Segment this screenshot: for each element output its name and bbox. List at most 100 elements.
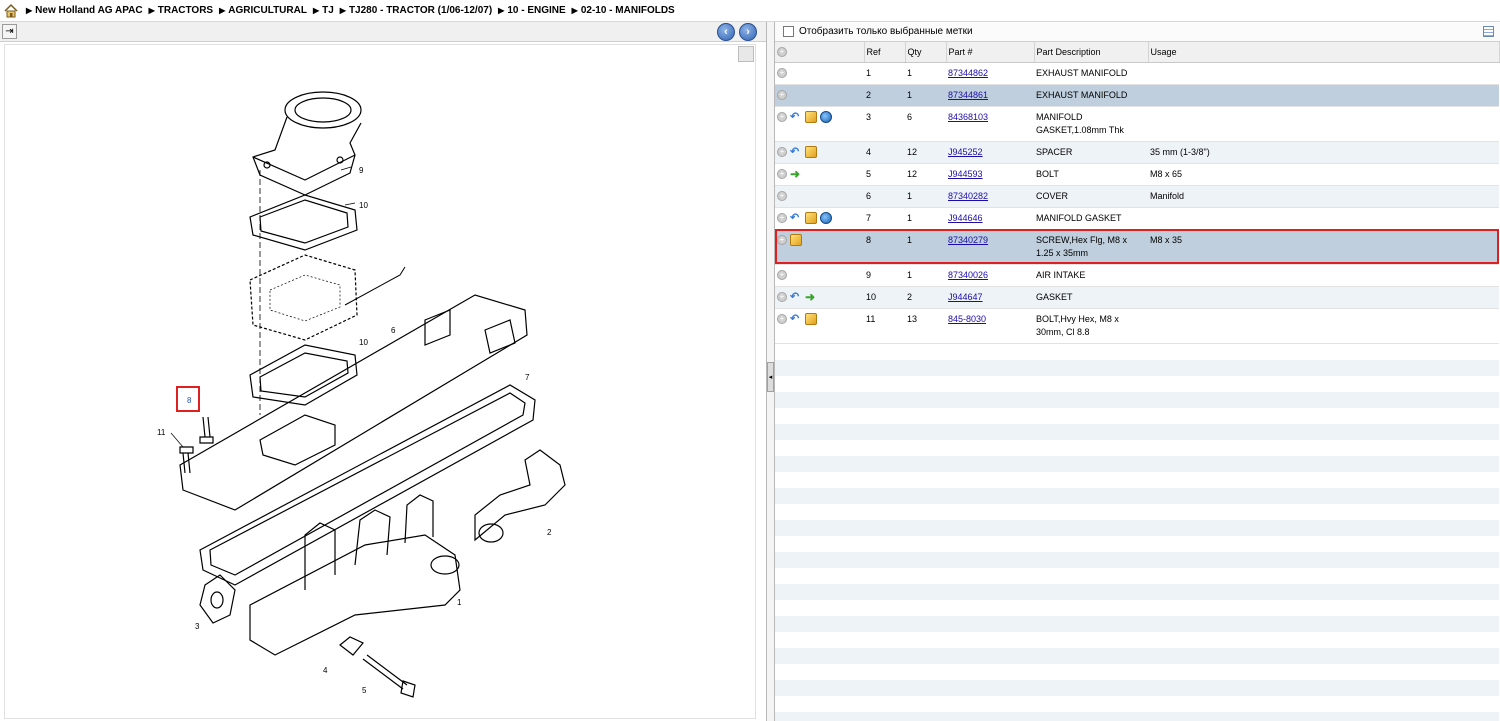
plus-circle-icon[interactable]: + xyxy=(777,292,787,303)
table-row[interactable]: +6 1 87340282 COVER Manifold xyxy=(775,185,1499,207)
row-part-number: 87340282 xyxy=(946,185,1034,207)
parts-table: + Ref Qty Part # Part Description Usage … xyxy=(775,42,1500,344)
breadcrumb-arrow-icon: ▶ xyxy=(571,6,578,15)
breadcrumb-arrow-icon: ▶ xyxy=(148,6,155,15)
home-icon[interactable] xyxy=(2,2,20,20)
breadcrumb-item[interactable]: ▶ New Holland AG APAC xyxy=(26,5,143,16)
breadcrumb-label: TJ xyxy=(322,5,334,16)
header-actions: + xyxy=(775,42,865,63)
part-number-link[interactable]: J945252 xyxy=(948,147,983,157)
part-number-link[interactable]: 845-8030 xyxy=(948,314,986,324)
plus-circle-icon[interactable]: + xyxy=(777,169,787,180)
forward-arrow-icon[interactable]: ➜ xyxy=(805,291,817,303)
breadcrumb-item[interactable]: ▶ 10 - ENGINE xyxy=(498,5,566,16)
callout-10-lower[interactable]: 10 xyxy=(359,338,368,347)
collapse-left-icon[interactable]: ◂ xyxy=(767,362,774,392)
breadcrumb-item[interactable]: ▶ TJ xyxy=(313,5,334,16)
empty-table-area xyxy=(775,344,1499,721)
part-number-link[interactable]: 84368103 xyxy=(948,112,988,122)
breadcrumb-item[interactable]: ▶ 02-10 - MANIFOLDS xyxy=(572,5,675,16)
part-number-link[interactable]: 87344862 xyxy=(948,68,988,78)
row-ref: 5 xyxy=(866,168,872,179)
row-ref: 11 xyxy=(866,313,876,324)
table-row[interactable]: + ➜ 5 12 J944593 BOLT M8 x 65 xyxy=(775,163,1499,185)
part-number-link[interactable]: 87340279 xyxy=(948,235,988,245)
part-number-link[interactable]: 87340282 xyxy=(948,191,988,201)
table-row[interactable]: +9 1 87340026 AIR INTAKE xyxy=(775,264,1499,286)
row-actions: + xyxy=(775,229,864,264)
plus-circle-icon[interactable]: + xyxy=(777,90,787,101)
table-row[interactable]: +8 1 87340279 SCREW,Hex Flg, M8 x 1.25 x 35… xyxy=(775,229,1499,264)
drawing-panel: ⇥ ‹ › 9 10 6 10 7 11 2 1 3 4 5 8 xyxy=(0,22,767,721)
grid-settings-icon[interactable] xyxy=(1483,26,1494,37)
table-row[interactable]: + ↶ 7 1 J944646 MANIFOLD GASKET xyxy=(775,207,1499,229)
breadcrumb-item[interactable]: ▶ TRACTORS xyxy=(149,5,214,16)
callout-7[interactable]: 7 xyxy=(525,373,530,382)
package-icon[interactable] xyxy=(790,234,802,247)
package-icon[interactable] xyxy=(805,212,817,225)
part-number-link[interactable]: 87344861 xyxy=(948,90,988,100)
plus-circle-icon[interactable]: + xyxy=(777,191,787,202)
diagram-bolt-11 xyxy=(182,452,191,474)
header-ref[interactable]: Ref xyxy=(864,42,906,63)
callout-10-upper[interactable]: 10 xyxy=(359,201,368,210)
plus-circle-icon[interactable]: + xyxy=(777,314,787,325)
header-usage[interactable]: Usage xyxy=(1148,42,1500,63)
part-number-link[interactable]: J944593 xyxy=(948,169,983,179)
package-icon[interactable] xyxy=(805,111,817,124)
panel-splitter[interactable]: ◂ xyxy=(767,22,775,721)
part-number-link[interactable]: J944647 xyxy=(948,292,983,302)
table-row[interactable]: +2 1 87344861 EXHAUST MANIFOLD xyxy=(775,84,1499,106)
plus-circle-icon[interactable]: + xyxy=(777,270,787,281)
back-arrow-icon[interactable]: ↶ xyxy=(790,146,802,158)
plus-circle-icon[interactable]: + xyxy=(777,235,787,246)
plus-circle-icon[interactable]: + xyxy=(777,213,787,224)
export-icon[interactable]: ⇥ xyxy=(2,24,17,39)
table-row[interactable]: + ↶ 3 6 84368103 MANIFOLD GASKET,1.08mm Thk xyxy=(775,106,1499,141)
callout-6[interactable]: 6 xyxy=(391,326,396,335)
back-arrow-icon[interactable]: ↶ xyxy=(790,111,802,123)
zoom-button[interactable] xyxy=(738,46,754,62)
callout-8[interactable]: 8 xyxy=(187,396,192,405)
table-row[interactable]: + ↶ 4 12 J945252 SPACER 35 mm (1-3/8") xyxy=(775,141,1499,163)
package-icon[interactable] xyxy=(805,146,817,159)
row-description: MANIFOLD GASKET,1.08mm Thk xyxy=(1036,111,1124,135)
previous-page-button[interactable]: ‹ xyxy=(717,23,735,41)
header-qty[interactable]: Qty xyxy=(905,42,947,63)
header-part-description[interactable]: Part Description xyxy=(1034,42,1149,63)
callout-9[interactable]: 9 xyxy=(359,166,364,175)
back-arrow-icon[interactable]: ↶ xyxy=(790,212,802,224)
table-row[interactable]: + ↶ 11 13 845-8030 BOLT,Hvy Hex, M8 x 30mm, C… xyxy=(775,308,1499,343)
callout-3[interactable]: 3 xyxy=(195,622,200,631)
plus-circle-icon[interactable]: + xyxy=(777,47,787,58)
callout-5[interactable]: 5 xyxy=(362,686,367,695)
globe-icon[interactable] xyxy=(820,111,832,124)
plus-circle-icon[interactable]: + xyxy=(777,112,787,123)
diagram-spacer xyxy=(339,636,364,656)
breadcrumb-item[interactable]: ▶ AGRICULTURAL xyxy=(219,5,307,16)
callout-11[interactable]: 11 xyxy=(157,428,166,437)
table-row[interactable]: +1 1 87344862 EXHAUST MANIFOLD xyxy=(775,62,1499,84)
row-part-number: J944647 xyxy=(946,286,1034,308)
callout-1[interactable]: 1 xyxy=(457,598,462,607)
callout-4[interactable]: 4 xyxy=(323,666,328,675)
row-part-number: J944646 xyxy=(946,207,1034,229)
header-part-number[interactable]: Part # xyxy=(946,42,1035,63)
row-ref: 9 xyxy=(866,269,872,280)
part-number-link[interactable]: J944646 xyxy=(948,213,983,223)
breadcrumb-item[interactable]: ▶ TJ280 - TRACTOR (1/06-12/07) xyxy=(340,5,492,16)
plus-circle-icon[interactable]: + xyxy=(777,147,787,158)
back-arrow-icon[interactable]: ↶ xyxy=(790,291,802,303)
next-page-button[interactable]: › xyxy=(739,23,757,41)
show-selected-checkbox[interactable] xyxy=(783,26,794,37)
row-usage: Manifold xyxy=(1150,190,1185,201)
part-number-link[interactable]: 87340026 xyxy=(948,270,988,280)
callout-2[interactable]: 2 xyxy=(547,528,552,537)
row-actions: + ↶ xyxy=(775,141,864,163)
globe-icon[interactable] xyxy=(820,212,832,225)
back-arrow-icon[interactable]: ↶ xyxy=(790,313,802,325)
table-row[interactable]: + ↶ ➜ 10 2 J944647 GASKET xyxy=(775,286,1499,308)
plus-circle-icon[interactable]: + xyxy=(777,68,787,79)
forward-arrow-icon[interactable]: ➜ xyxy=(790,168,802,180)
package-icon[interactable] xyxy=(805,313,817,326)
